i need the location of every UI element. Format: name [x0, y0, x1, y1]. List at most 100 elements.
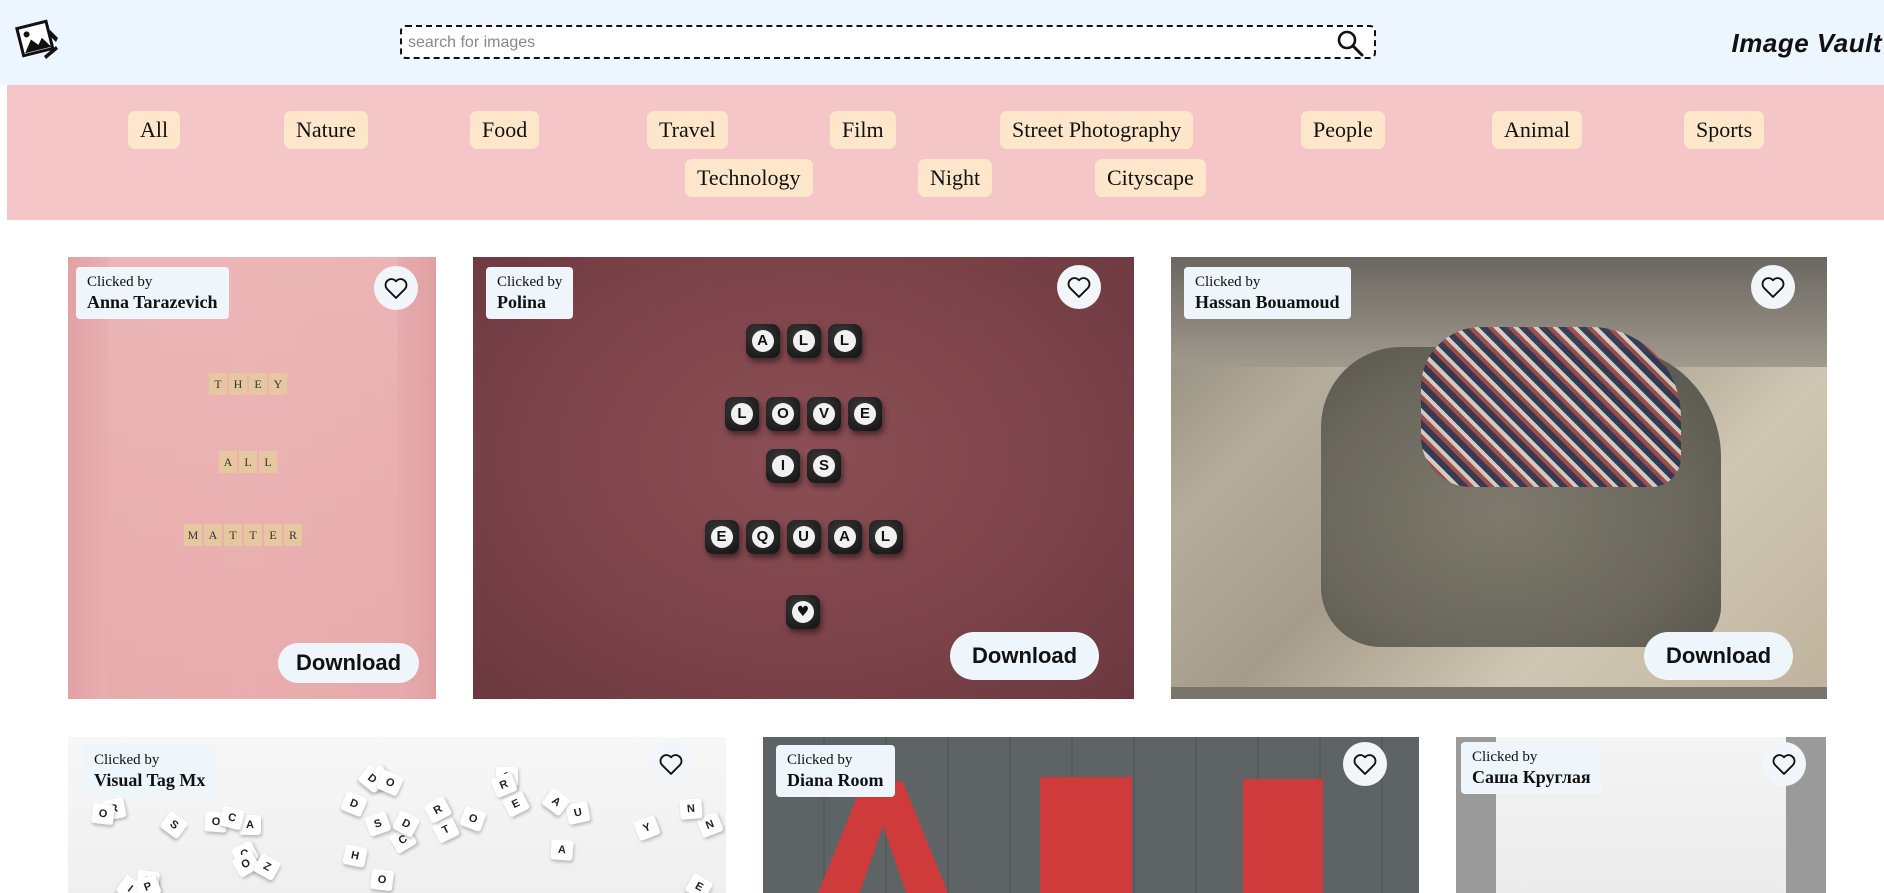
like-button[interactable] — [1057, 265, 1101, 309]
scrabble-tile: Y — [633, 814, 662, 842]
search-input[interactable] — [408, 31, 1308, 55]
letter-bead: Q — [745, 520, 780, 554]
like-button[interactable] — [1343, 742, 1387, 786]
letter-bead: L — [868, 520, 903, 554]
bead-letter: L — [833, 330, 856, 352]
heart-bead: ♥ — [786, 595, 820, 629]
bead-letter: L — [792, 330, 815, 352]
search-icon[interactable] — [1336, 29, 1364, 57]
heart-outline-icon — [1772, 754, 1796, 775]
scrabble-tile: H — [341, 843, 368, 868]
plaid-shirt — [1421, 327, 1681, 487]
download-button[interactable]: Download — [1644, 632, 1794, 680]
bead-letter: L — [874, 526, 897, 548]
photo-credit: Clicked by Diana Room — [776, 745, 895, 797]
category-chip-people[interactable]: People — [1301, 111, 1385, 149]
image-card[interactable]: CAODOOTISOENRUPYORAHNDSOZEARCAODOO Click… — [68, 737, 726, 893]
download-button[interactable]: Download — [278, 643, 420, 683]
photo-credit: Clicked by Hassan Bouamoud — [1184, 267, 1351, 319]
category-chip-food[interactable]: Food — [470, 111, 540, 149]
category-chip-film[interactable]: Film — [830, 111, 896, 149]
category-chip-nature[interactable]: Nature — [284, 111, 368, 149]
letter-bead: S — [807, 449, 841, 483]
bead-letter: U — [792, 526, 815, 548]
heart-outline-icon — [384, 278, 408, 299]
photo-credit: Clicked by Visual Tag Mx — [83, 745, 217, 797]
category-bar: All Nature Food Travel Film Street Photo… — [7, 85, 1884, 220]
letter-bead: V — [807, 397, 841, 431]
letter-bead: A — [745, 324, 780, 358]
red-letter-a — [818, 781, 948, 893]
heart-outline-icon — [1761, 277, 1785, 298]
scrabble-tile: E — [684, 873, 714, 893]
credit-label: Clicked by — [787, 752, 853, 768]
download-button[interactable]: Download — [950, 632, 1100, 680]
scrabble-tile: A — [550, 839, 575, 862]
photographer-name: Visual Tag Mx — [94, 770, 206, 790]
scrabble-tile: O — [459, 805, 487, 833]
photo-credit: Clicked by Саша Круглая — [1461, 742, 1602, 794]
photo-credit: Clicked by Anna Tarazevich — [76, 267, 229, 319]
category-chip-cityscape[interactable]: Cityscape — [1095, 159, 1206, 197]
letter-bead: L — [827, 324, 862, 358]
credit-label: Clicked by — [94, 752, 160, 768]
category-chip-technology[interactable]: Technology — [685, 159, 813, 197]
letter-bead: A — [827, 520, 862, 554]
bead-letter: L — [731, 403, 753, 425]
like-button[interactable] — [1762, 742, 1806, 786]
photo-credit: Clicked by Polina — [486, 267, 574, 319]
like-button[interactable] — [374, 266, 418, 310]
image-card[interactable]: Clicked by Саша Круглая — [1456, 737, 1826, 893]
photographer-name: Hassan Bouamoud — [1195, 292, 1340, 312]
brand-title: Image Vault — [1731, 28, 1882, 58]
photos-stack-icon[interactable] — [14, 16, 60, 62]
scrabble-tile: D — [339, 790, 368, 818]
scrabble-tile: O — [91, 802, 116, 826]
photo: T H E Y A L L M A T T E R — [68, 257, 436, 699]
scrabble-tile: O — [369, 869, 395, 892]
letter-bead: E — [704, 520, 739, 554]
bead-letter: I — [772, 455, 794, 477]
letter-bead: O — [766, 397, 800, 431]
photographer-name: Anna Tarazevich — [87, 292, 218, 312]
bead-letter: E — [710, 526, 733, 548]
header: Image Vault — [0, 0, 1884, 85]
scrabble-tile: N — [679, 798, 704, 821]
credit-label: Clicked by — [87, 274, 153, 290]
like-button[interactable] — [1751, 265, 1795, 309]
bead-letter: S — [813, 455, 835, 477]
category-chip-animal[interactable]: Animal — [1492, 111, 1582, 149]
scrabble-tile: U — [565, 800, 591, 825]
like-button[interactable] — [649, 742, 693, 786]
bead-letter: V — [813, 403, 835, 425]
bead-letter: A — [751, 330, 774, 352]
heart-outline-icon — [1353, 754, 1377, 775]
image-card[interactable]: Clicked by Hassan Bouamoud Download — [1171, 257, 1827, 699]
category-chip-travel[interactable]: Travel — [647, 111, 728, 149]
photo-highlight — [108, 257, 398, 699]
photo-edge — [1171, 687, 1827, 699]
category-chip-sports[interactable]: Sports — [1684, 111, 1765, 149]
letter-tiles-row-1: T H E Y — [209, 373, 287, 395]
category-chip-street-photography[interactable]: Street Photography — [1000, 111, 1194, 149]
image-card[interactable]: T H E Y A L L M A T T E R Clicked by Ann… — [68, 257, 436, 699]
letter-tiles-row-3: M A T T E R — [184, 524, 302, 546]
red-letter-l — [1243, 779, 1323, 893]
letter-tiles-row-2: A L L — [219, 451, 277, 473]
image-card[interactable]: Clicked by Diana Room — [763, 737, 1419, 893]
scrabble-tile: S — [364, 811, 393, 838]
bead-letter: O — [772, 403, 794, 425]
letter-bead: L — [725, 397, 759, 431]
bead-letter: E — [854, 403, 876, 425]
credit-label: Clicked by — [1195, 274, 1261, 290]
letter-bead: L — [786, 324, 821, 358]
heart-outline-icon — [659, 754, 683, 775]
image-card[interactable]: A L L L O V E I S E Q U A L ♥ Clicked by Polina Downlo… — [473, 257, 1134, 699]
category-chip-night[interactable]: Night — [918, 159, 993, 197]
category-chip-all[interactable]: All — [128, 111, 181, 149]
red-letter-l — [1040, 777, 1132, 893]
letter-bead: E — [848, 397, 882, 431]
credit-label: Clicked by — [1472, 749, 1538, 765]
bead-letter: A — [833, 526, 856, 548]
photographer-name: Саша Круглая — [1472, 767, 1591, 787]
